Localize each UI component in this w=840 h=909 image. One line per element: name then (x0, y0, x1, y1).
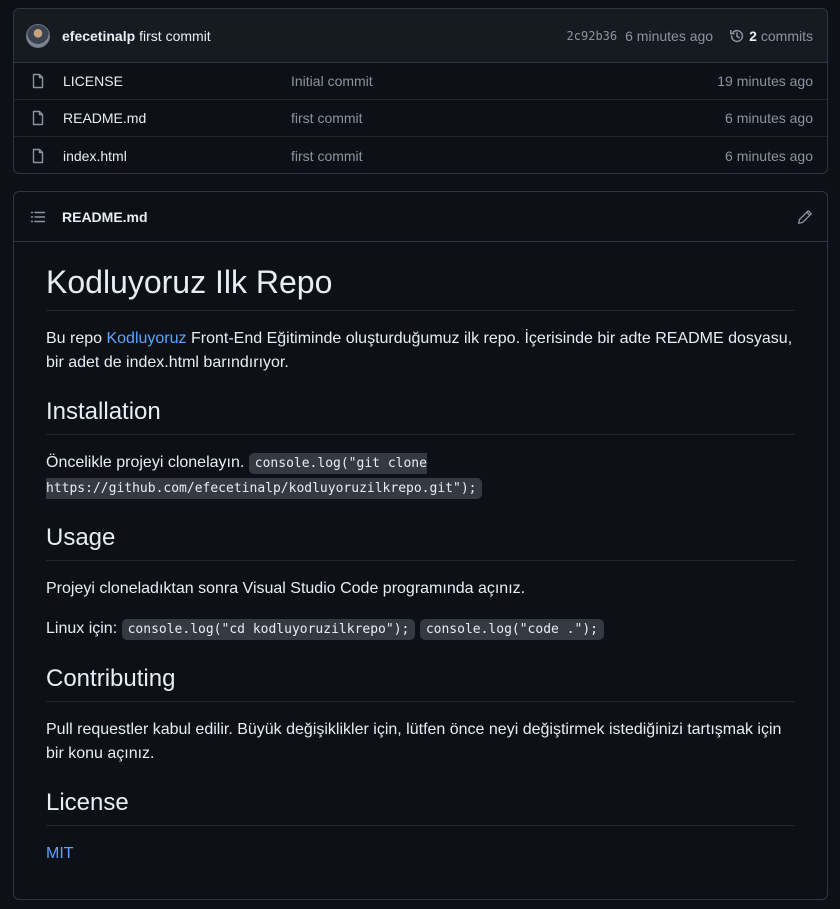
usage-linux-paragraph: Linux için: console.log("cd kodluyoruzil… (46, 617, 795, 642)
contributing-text: Pull requestler kabul edilir. Büyük deği… (46, 721, 782, 762)
file-commit-time: 6 minutes ago (725, 147, 813, 164)
commit-message[interactable]: first commit (139, 28, 211, 44)
readme-title-heading: Kodluyoruz Ilk Repo (46, 262, 795, 311)
history-icon (730, 29, 744, 42)
usage-text: Projeyi cloneladıktan sonra Visual Studi… (46, 580, 526, 597)
file-row[interactable]: README.md first commit 6 minutes ago (14, 100, 827, 137)
avatar[interactable] (26, 23, 50, 48)
file-row[interactable]: LICENSE Initial commit 19 minutes ago (14, 63, 827, 100)
installation-text: Öncelikle projeyi clonelayın. (46, 454, 249, 471)
mit-license-link[interactable]: MIT (46, 845, 74, 862)
file-icon (32, 110, 44, 126)
license-paragraph: MIT (46, 842, 795, 866)
commits-label: commits (760, 27, 813, 44)
file-name[interactable]: LICENSE (63, 73, 291, 89)
commit-count: 2 (749, 27, 757, 44)
license-heading: License (46, 788, 795, 826)
list-unordered-icon[interactable] (30, 209, 46, 225)
file-icon (32, 73, 44, 89)
usage-code-open: console.log("code ."); (419, 619, 604, 640)
file-icon (32, 148, 44, 163)
usage-heading: Usage (46, 523, 795, 561)
file-commit-time: 19 minutes ago (717, 73, 813, 89)
usage-linux-label: Linux için: (46, 620, 122, 637)
file-browser: efecetinalp first commit 2c92b36 6 minut… (13, 8, 828, 174)
contributing-heading: Contributing (46, 664, 795, 702)
file-commit-message[interactable]: first commit (291, 110, 725, 126)
usage-code-cd: console.log("cd kodluyoruzilkrepo"); (121, 619, 416, 640)
readme-filename[interactable]: README.md (62, 209, 148, 225)
file-commit-time: 6 minutes ago (725, 110, 813, 126)
file-name[interactable]: README.md (63, 110, 291, 126)
readme-header: README.md (14, 192, 827, 242)
installation-paragraph: Öncelikle projeyi clonelayın. console.lo… (46, 451, 795, 501)
readme-content: Kodluyoruz Ilk Repo Bu repo Kodluyoruz F… (14, 262, 827, 866)
latest-commit-bar: efecetinalp first commit 2c92b36 6 minut… (14, 9, 827, 63)
installation-heading: Installation (46, 397, 795, 435)
kodluyoruz-link[interactable]: Kodluyoruz (106, 330, 186, 347)
readme-panel: README.md Kodluyoruz Ilk Repo Bu repo Ko… (13, 191, 828, 900)
commit-sha[interactable]: 2c92b36 (567, 29, 618, 43)
commit-author[interactable]: efecetinalp (62, 28, 135, 44)
file-commit-message[interactable]: Initial commit (291, 73, 717, 89)
intro-text-before: Bu repo (46, 330, 107, 347)
pencil-icon[interactable] (797, 209, 813, 225)
readme-intro: Bu repo Kodluyoruz Front-End Eğitiminde … (46, 327, 795, 375)
commit-time[interactable]: 6 minutes ago (625, 28, 713, 44)
commits-history-link[interactable]: 2 commits (729, 28, 813, 44)
file-commit-message[interactable]: first commit (291, 148, 725, 164)
file-row[interactable]: index.html first commit 6 minutes ago (14, 137, 827, 173)
file-name[interactable]: index.html (63, 148, 291, 164)
